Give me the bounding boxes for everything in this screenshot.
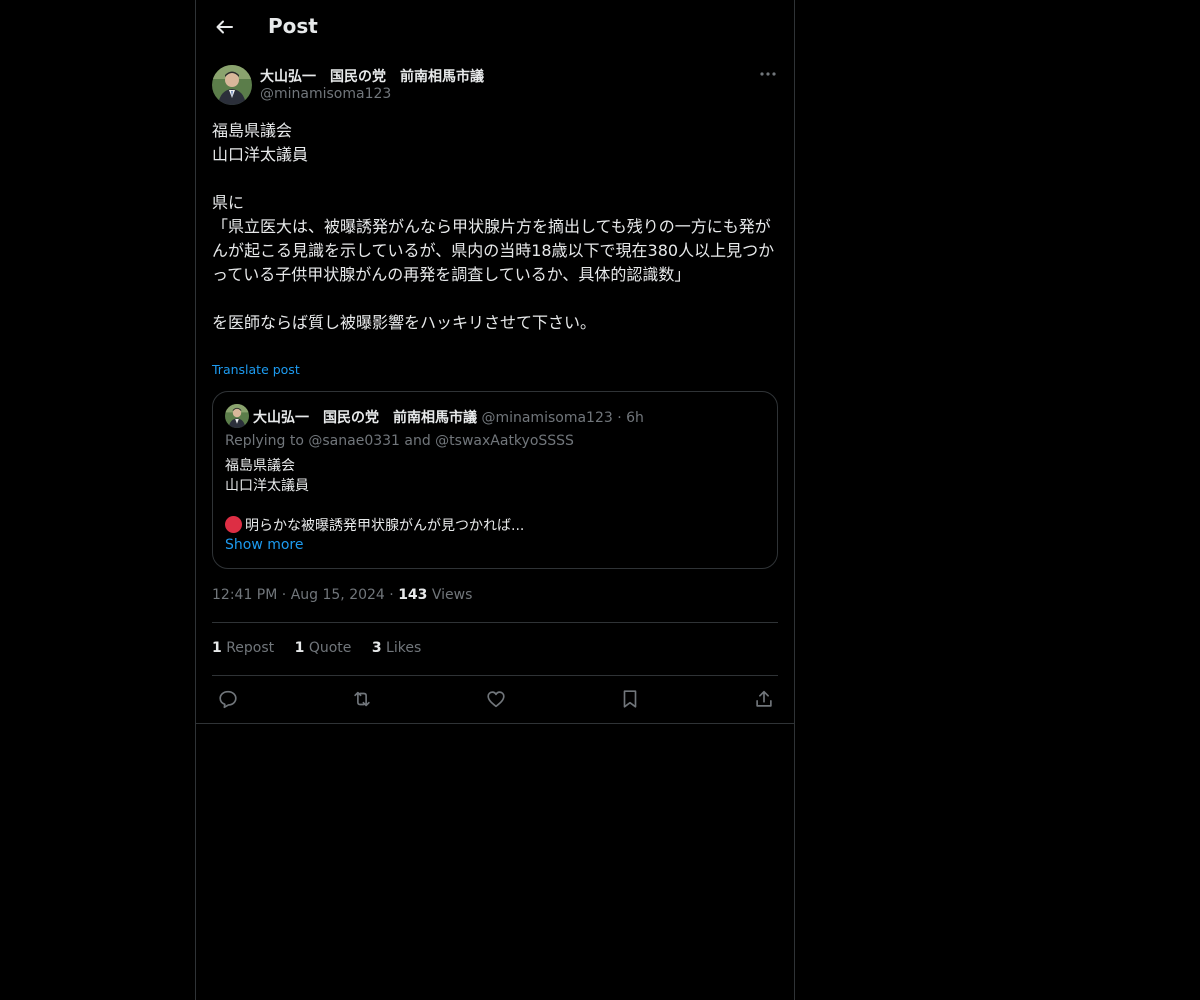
bookmark-icon[interactable]	[619, 688, 641, 710]
quoted-text-lines: 福島県議会 山口洋太議員	[225, 458, 309, 494]
separator-dot: ·	[281, 587, 291, 603]
back-arrow-icon[interactable]	[212, 15, 236, 39]
red-circle-icon	[225, 516, 242, 533]
quoted-last-line: 明らかな被曝誘発甲状腺がんが見つかれば...	[245, 518, 525, 534]
quoted-avatar	[225, 404, 249, 428]
post-text: 福島県議会 山口洋太議員 県に 「県立医大は、被曝誘発がんなら甲状腺片方を摘出し…	[212, 121, 775, 332]
quoted-time: 6h	[626, 410, 644, 426]
quoted-text: 福島県議会 山口洋太議員 明らかな被曝誘発甲状腺がんが見つかれば...	[225, 456, 765, 536]
replying-to: Replying to @sanae0331 and @tswaxAatkyoS…	[225, 433, 574, 449]
divider	[196, 723, 794, 724]
reposts-stat[interactable]: 1 Repost	[212, 640, 274, 656]
post-meta: 12:41 PM · Aug 15, 2024 · 143 Views	[212, 587, 472, 603]
views-count: 143	[398, 587, 428, 603]
repost-icon[interactable]	[351, 688, 373, 710]
translate-post-link[interactable]: Translate post	[212, 362, 300, 377]
views-label: Views	[431, 587, 473, 603]
separator-dot: ·	[617, 410, 627, 426]
share-icon[interactable]	[753, 688, 775, 710]
top-bar: Post	[196, 0, 794, 54]
divider	[212, 675, 778, 676]
more-icon[interactable]	[758, 64, 778, 84]
show-more-link[interactable]: Show more	[225, 537, 304, 553]
quoted-author-handle: @minamisoma123	[481, 410, 613, 426]
reposts-count: 1	[212, 640, 222, 656]
quotes-stat[interactable]: 1 Quote	[295, 640, 352, 656]
post-date[interactable]: Aug 15, 2024	[291, 587, 385, 603]
author-handle[interactable]: @minamisoma123	[260, 86, 391, 102]
post-time[interactable]: 12:41 PM	[212, 587, 277, 603]
reposts-label: Repost	[226, 640, 275, 656]
likes-count: 3	[371, 640, 382, 656]
separator-dot: ·	[389, 587, 399, 603]
divider	[212, 622, 778, 623]
like-icon[interactable]	[485, 688, 507, 710]
likes-stat[interactable]: 3 Likes	[372, 640, 421, 656]
page-title: Post	[268, 14, 318, 38]
author-name[interactable]: 大山弘一 国民の党 前南相馬市議	[260, 66, 484, 86]
quoted-header: 大山弘一 国民の党 前南相馬市議 @minamisoma123 · 6h	[253, 407, 644, 427]
engagement-stats: 1 Repost 1 Quote 3 Likes	[212, 640, 437, 656]
quoted-post-card[interactable]: 大山弘一 国民の党 前南相馬市議 @minamisoma123 · 6h Rep…	[212, 391, 778, 569]
quoted-author-name: 大山弘一 国民の党 前南相馬市議	[253, 410, 477, 426]
post-column: Post 大山弘一 国民の党 前南相馬市議 @minamisoma123 福島県…	[195, 0, 795, 1000]
quotes-count: 1	[294, 640, 305, 656]
reply-icon[interactable]	[217, 688, 239, 710]
likes-label: Likes	[386, 640, 422, 656]
quotes-label: Quote	[308, 640, 352, 656]
avatar[interactable]	[212, 65, 252, 105]
